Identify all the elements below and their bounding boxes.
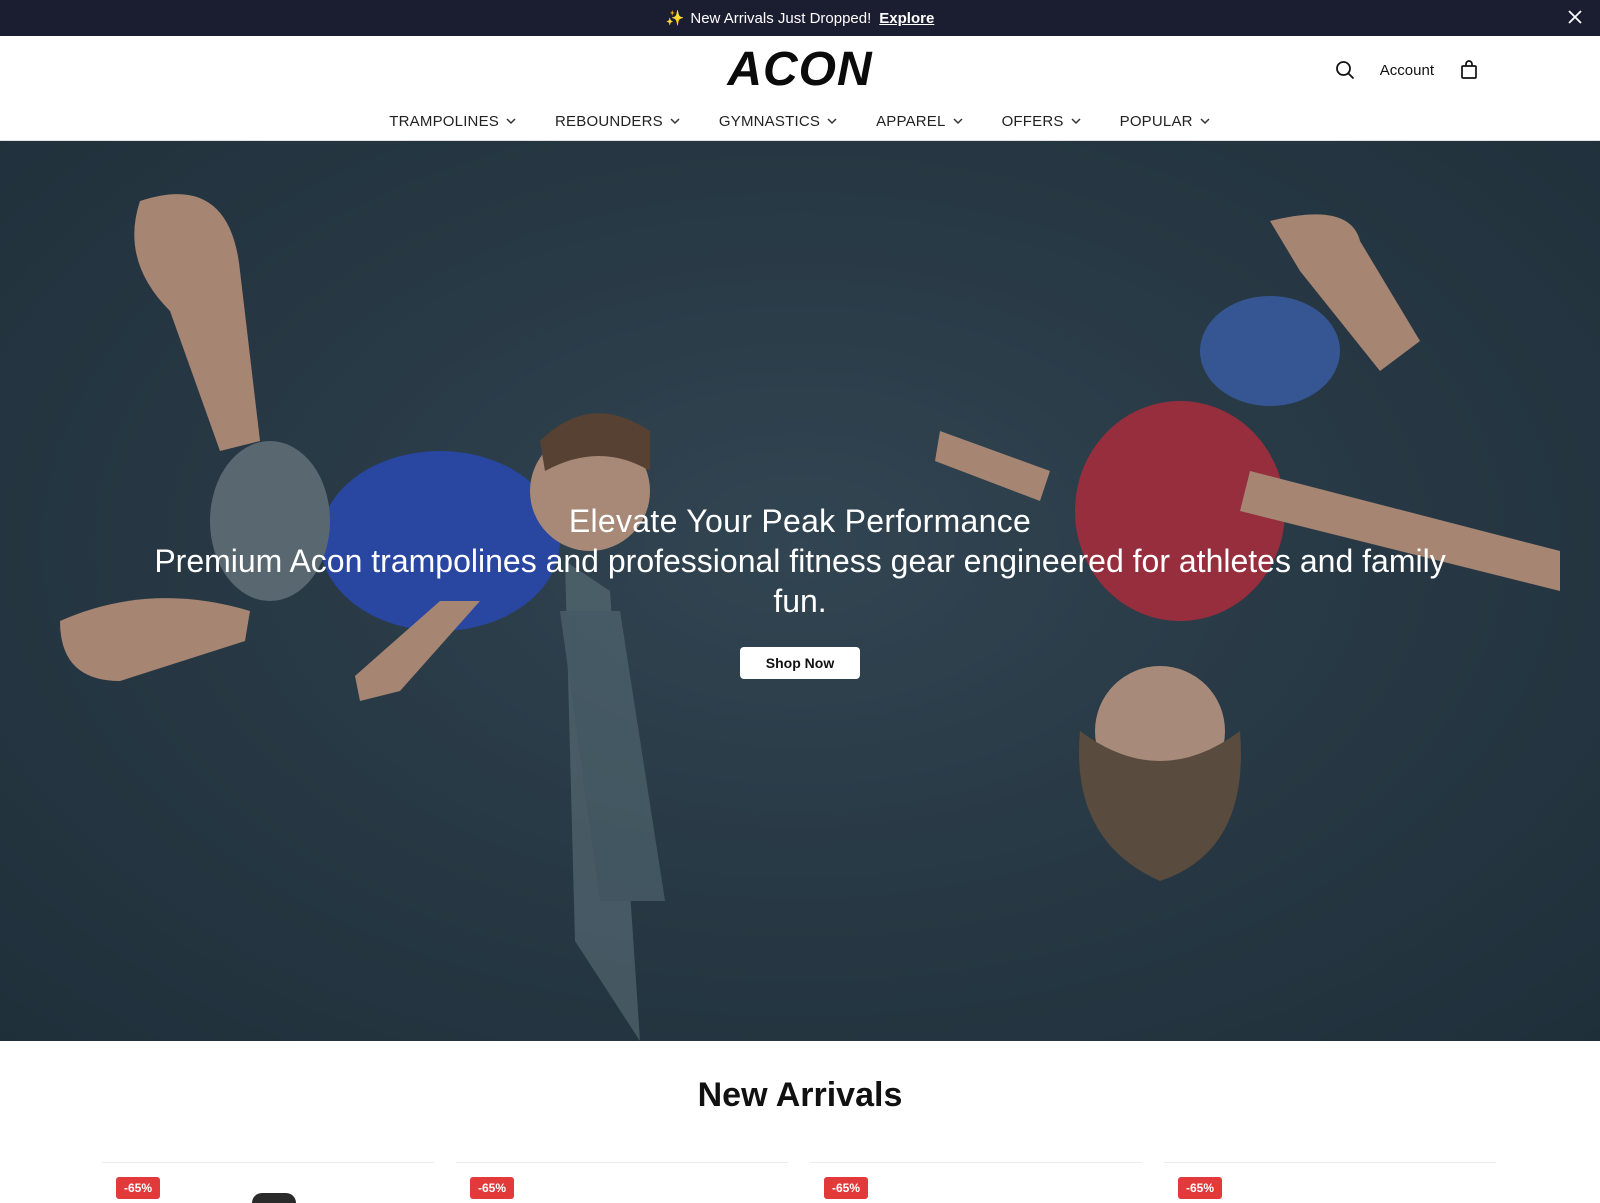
bag-icon[interactable] <box>1458 59 1480 81</box>
nav-item-apparel[interactable]: APPAREL <box>876 106 964 136</box>
nav-item-rebounders[interactable]: REBOUNDERS <box>555 106 681 136</box>
product-card[interactable]: -65% <box>456 1162 788 1200</box>
discount-badge: -65% <box>824 1177 869 1199</box>
nav-item-label: TRAMPOLINES <box>389 112 500 130</box>
nav-item-offers[interactable]: OFFERS <box>1002 106 1082 136</box>
nav-item-gymnastics[interactable]: GYMNASTICS <box>719 106 838 136</box>
hero-title: Elevate Your Peak Performance <box>568 503 1032 539</box>
close-icon[interactable] <box>1564 7 1586 29</box>
product-card[interactable]: -65% <box>810 1162 1142 1200</box>
acon-logo[interactable]: ACON <box>707 43 893 96</box>
new-arrivals-title: New Arrivals <box>697 1076 903 1114</box>
sparkle-icon: ✨ <box>665 10 685 27</box>
explore-link[interactable]: Explore <box>879 10 934 27</box>
search-icon[interactable] <box>1334 59 1356 81</box>
chevron-down-icon <box>670 118 680 125</box>
product-image <box>252 1193 296 1203</box>
nav-item-popular[interactable]: POPULAR <box>1120 106 1211 136</box>
chevron-down-icon <box>506 118 516 125</box>
product-card[interactable]: -65% <box>1164 1162 1496 1200</box>
hero-banner: Elevate Your Peak Performance Premium Ac… <box>0 141 1600 1041</box>
discount-badge: -65% <box>470 1177 515 1199</box>
chevron-down-icon <box>1200 118 1210 125</box>
hero-subtitle: Premium Acon trampolines and professiona… <box>154 543 1446 619</box>
header-actions: Account <box>1334 56 1480 84</box>
discount-badge: -65% <box>116 1177 161 1199</box>
chevron-down-icon <box>1071 118 1081 125</box>
product-card[interactable]: -65% <box>102 1162 434 1203</box>
nav-item-label: POPULAR <box>1119 112 1193 130</box>
main-nav: TRAMPOLINES REBOUNDERS GYMNASTICS APPARE… <box>0 106 1600 136</box>
nav-item-label: REBOUNDERS <box>555 112 663 130</box>
nav-item-trampolines[interactable]: TRAMPOLINES <box>389 106 517 136</box>
chevron-down-icon <box>953 118 963 125</box>
svg-text:ACON: ACON <box>726 46 873 90</box>
account-link[interactable]: Account <box>1380 62 1434 79</box>
shop-now-button[interactable]: Shop Now <box>740 647 860 679</box>
nav-item-label: OFFERS <box>1001 112 1064 130</box>
site-header: ACON Account TRAMPOLINES REBOUNDERS GYMN… <box>0 36 1600 141</box>
announcement-bar: ✨ New Arrivals Just Dropped! Explore <box>0 0 1600 36</box>
hero-copy: Elevate Your Peak Performance Premium Ac… <box>140 501 1460 679</box>
new-arrivals-grid: -65% -65% -65% -65% <box>102 1162 1498 1203</box>
nav-item-label: GYMNASTICS <box>718 112 821 130</box>
discount-badge: -65% <box>1178 1177 1223 1199</box>
nav-item-label: APPAREL <box>876 112 946 130</box>
chevron-down-icon <box>827 118 837 125</box>
announcement-text: New Arrivals Just Dropped! <box>690 9 872 27</box>
